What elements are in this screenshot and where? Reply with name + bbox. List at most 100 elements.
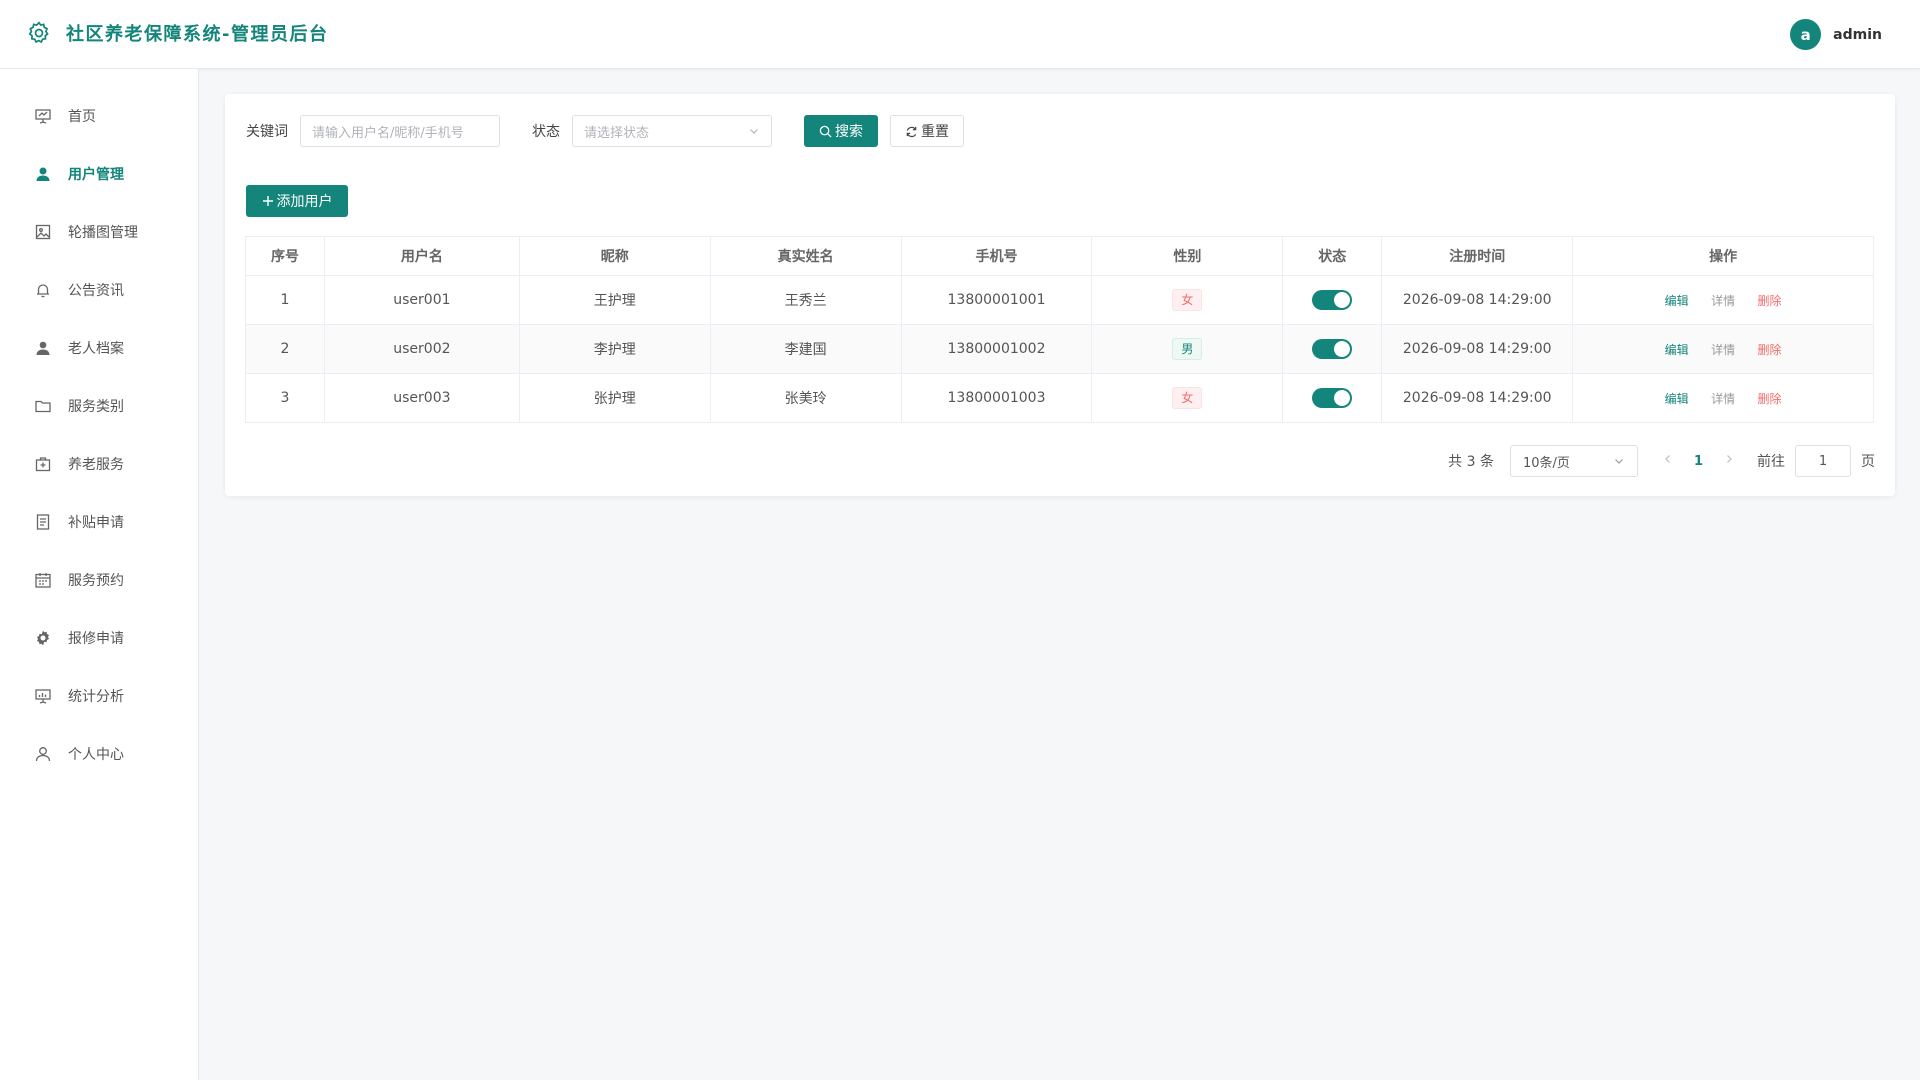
sidebar-item-label: 报修申请 bbox=[68, 631, 124, 647]
pagination: 共 3 条 10条/页 1 前往 1 页 bbox=[1448, 445, 1875, 477]
sidebar-item-user-management[interactable]: 用户管理 bbox=[0, 152, 199, 196]
cell-actions: 编辑 详情 删除 bbox=[1572, 324, 1874, 374]
sidebar-item-home[interactable]: 首页 bbox=[0, 94, 199, 138]
status-label: 状态 bbox=[532, 124, 560, 140]
search-button-label: 搜索 bbox=[835, 124, 863, 140]
status-select[interactable]: 请选择状态 bbox=[572, 115, 772, 147]
sidebar-item-announcements[interactable]: 公告资讯 bbox=[0, 268, 199, 312]
username[interactable]: admin bbox=[1833, 27, 1882, 43]
sidebar-item-appointments[interactable]: 服务预约 bbox=[0, 558, 199, 602]
sidebar: 首页 用户管理 轮播图管理 公告资讯 老人档案 服务类别 养老服务 补贴申请 服… bbox=[0, 69, 199, 1080]
gender-tag: 男 bbox=[1172, 338, 1203, 360]
goto-page-input[interactable]: 1 bbox=[1795, 445, 1851, 477]
delete-link[interactable]: 删除 bbox=[1758, 343, 1782, 357]
app-title: 社区养老保障系统-管理员后台 bbox=[66, 24, 329, 45]
sidebar-item-carousel[interactable]: 轮播图管理 bbox=[0, 210, 199, 254]
search-icon bbox=[819, 125, 832, 138]
cell-realname: 李建国 bbox=[709, 324, 902, 374]
sidebar-item-label: 首页 bbox=[68, 109, 96, 125]
keyword-placeholder: 请输入用户名/昵称/手机号 bbox=[312, 125, 464, 141]
cell-index: 2 bbox=[245, 324, 325, 374]
page-size-select[interactable]: 10条/页 bbox=[1509, 445, 1638, 477]
sidebar-item-statistics[interactable]: 统计分析 bbox=[0, 674, 199, 718]
status-toggle[interactable] bbox=[1312, 339, 1353, 359]
cell-index: 1 bbox=[245, 275, 325, 325]
cell-realname: 张美玲 bbox=[709, 373, 902, 423]
chevron-down-icon bbox=[1615, 459, 1623, 464]
folder-icon bbox=[34, 397, 52, 415]
page-suffix: 页 bbox=[1861, 454, 1875, 470]
edit-link[interactable]: 编辑 bbox=[1665, 294, 1689, 308]
cell-username: user002 bbox=[323, 324, 520, 374]
cell-gender: 女 bbox=[1091, 275, 1284, 325]
sidebar-item-label: 老人档案 bbox=[68, 341, 124, 357]
prev-page-button[interactable] bbox=[1662, 453, 1674, 469]
toggle-knob bbox=[1334, 390, 1351, 406]
col-header-username: 用户名 bbox=[323, 236, 520, 276]
gender-tag: 女 bbox=[1172, 289, 1203, 311]
table-header-row: 序号 用户名 昵称 真实姓名 手机号 性别 状态 注册时间 操作 bbox=[245, 236, 1874, 276]
reset-button[interactable]: 重置 bbox=[890, 115, 964, 147]
sidebar-item-subsidy[interactable]: 补贴申请 bbox=[0, 500, 199, 544]
edit-link[interactable]: 编辑 bbox=[1665, 343, 1689, 357]
detail-link[interactable]: 详情 bbox=[1711, 392, 1735, 406]
cell-registered: 2026-09-08 14:29:00 bbox=[1381, 373, 1574, 423]
sidebar-item-label: 养老服务 bbox=[68, 457, 124, 473]
sidebar-item-profile[interactable]: 个人中心 bbox=[0, 732, 199, 776]
page-size-value: 10条/页 bbox=[1522, 455, 1570, 471]
user-menu[interactable]: a admin bbox=[1790, 19, 1882, 50]
next-page-button[interactable] bbox=[1723, 453, 1735, 469]
detail-link[interactable]: 详情 bbox=[1711, 294, 1735, 308]
delete-link[interactable]: 删除 bbox=[1758, 392, 1782, 406]
cell-gender: 男 bbox=[1091, 324, 1284, 374]
col-header-actions: 操作 bbox=[1572, 236, 1874, 276]
cell-nickname: 王护理 bbox=[518, 275, 711, 325]
status-toggle[interactable] bbox=[1312, 388, 1353, 408]
sidebar-item-elder-services[interactable]: 养老服务 bbox=[0, 442, 199, 486]
user-icon bbox=[34, 339, 52, 357]
total-count: 共 3 条 bbox=[1448, 454, 1494, 470]
add-user-button[interactable]: 添加用户 bbox=[246, 185, 348, 217]
keyword-input[interactable]: 请输入用户名/昵称/手机号 bbox=[300, 115, 500, 147]
col-header-realname: 真实姓名 bbox=[709, 236, 902, 276]
presentation-icon bbox=[34, 107, 52, 125]
chevron-right-icon bbox=[1727, 455, 1732, 463]
delete-link[interactable]: 删除 bbox=[1758, 294, 1782, 308]
sidebar-item-label: 用户管理 bbox=[68, 167, 124, 183]
sidebar-item-elder-records[interactable]: 老人档案 bbox=[0, 326, 199, 370]
bell-icon bbox=[34, 281, 52, 299]
person-icon bbox=[34, 745, 52, 763]
toggle-knob bbox=[1334, 292, 1351, 308]
cell-phone: 13800001002 bbox=[900, 324, 1093, 374]
brand: 社区养老保障系统-管理员后台 bbox=[26, 20, 328, 46]
sidebar-item-label: 补贴申请 bbox=[68, 515, 124, 531]
page-number-current[interactable]: 1 bbox=[1694, 454, 1703, 469]
chart-board-icon bbox=[34, 687, 52, 705]
top-header: 社区养老保障系统-管理员后台 a admin bbox=[0, 0, 1920, 69]
cell-gender: 女 bbox=[1091, 373, 1284, 423]
detail-link[interactable]: 详情 bbox=[1711, 343, 1735, 357]
keyword-label: 关键词 bbox=[246, 124, 288, 140]
calendar-icon bbox=[34, 571, 52, 589]
cell-nickname: 李护理 bbox=[518, 324, 711, 374]
goto-label: 前往 bbox=[1757, 454, 1785, 470]
sidebar-item-label: 公告资讯 bbox=[68, 283, 124, 299]
reset-button-label: 重置 bbox=[921, 124, 949, 140]
user-filled-icon bbox=[34, 165, 52, 183]
plus-icon bbox=[262, 196, 273, 206]
search-form: 关键词 请输入用户名/昵称/手机号 状态 请选择状态 搜索 重置 bbox=[246, 115, 964, 147]
table-row: 2 user002 李护理 李建国 13800001002 男 2026-09-… bbox=[245, 324, 1874, 374]
col-header-status: 状态 bbox=[1282, 236, 1383, 276]
cell-registered: 2026-09-08 14:29:00 bbox=[1381, 324, 1574, 374]
edit-link[interactable]: 编辑 bbox=[1665, 392, 1689, 406]
avatar[interactable]: a bbox=[1790, 19, 1822, 50]
sidebar-item-repairs[interactable]: 报修申请 bbox=[0, 616, 199, 660]
status-toggle[interactable] bbox=[1312, 290, 1353, 310]
chevron-left-icon bbox=[1665, 455, 1670, 463]
cell-status bbox=[1282, 275, 1383, 325]
document-icon bbox=[34, 513, 52, 531]
search-button[interactable]: 搜索 bbox=[804, 115, 878, 147]
sidebar-item-label: 轮播图管理 bbox=[68, 225, 138, 241]
sidebar-item-label: 服务类别 bbox=[68, 399, 124, 415]
sidebar-item-service-categories[interactable]: 服务类别 bbox=[0, 384, 199, 428]
